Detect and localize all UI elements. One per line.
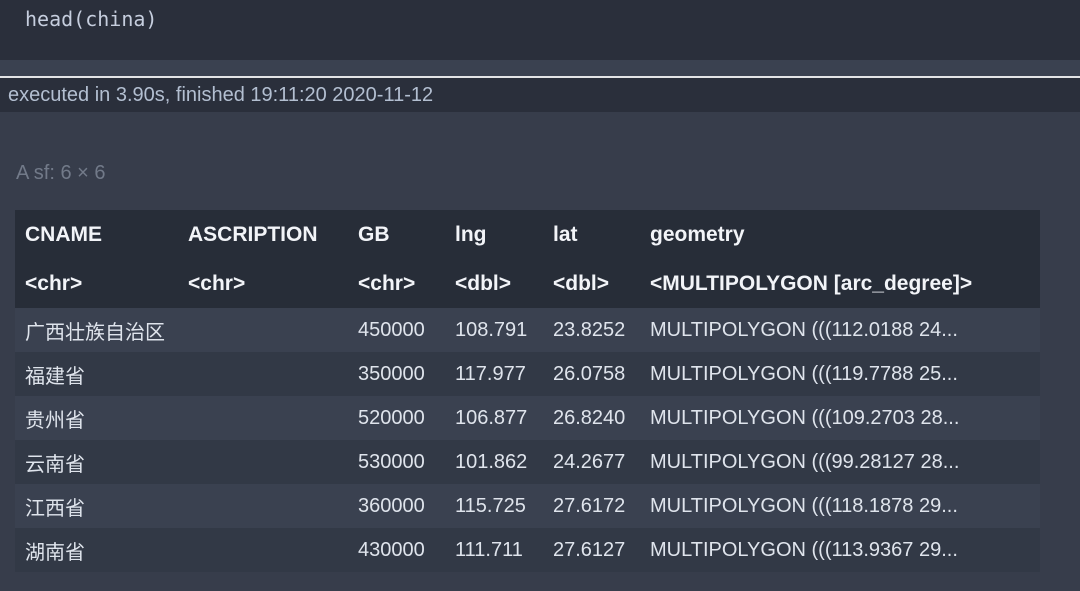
code-source[interactable]: head(china) xyxy=(25,5,157,33)
table-cell: 27.6172 xyxy=(553,494,626,517)
table-cell xyxy=(178,308,348,352)
table-cell: MULTIPOLYGON (((119.7788 25... xyxy=(650,362,958,385)
table-cell: 450000 xyxy=(358,318,425,341)
table-cell: 23.8252 xyxy=(553,318,626,341)
dataframe: CNAME ASCRIPTION GB lng lat geometry <chr> <chr… xyxy=(15,210,1040,572)
execution-status-text: executed in 3.90s, finished 19:11:20 202… xyxy=(8,84,434,106)
column-type: <chr> xyxy=(188,271,246,295)
table-cell xyxy=(178,440,348,484)
table-cell: 云南省 xyxy=(25,453,85,476)
column-header: GB xyxy=(358,222,390,246)
cell-gap-band xyxy=(0,60,1080,76)
table-row: 福建省 350000 117.977 26.0758 MULTIPOLYGON (((1… xyxy=(15,352,1040,396)
table-caption: A sf: 6 × 6 xyxy=(16,162,106,184)
table-cell xyxy=(178,396,348,440)
column-type: <MULTIPOLYGON [arc_degree]> xyxy=(650,271,973,295)
column-header: geometry xyxy=(650,222,745,246)
table-cell: MULTIPOLYGON (((113.9367 29... xyxy=(650,538,958,561)
table-cell: 24.2677 xyxy=(553,450,626,473)
execution-status-bar: executed in 3.90s, finished 19:11:20 202… xyxy=(0,78,1080,112)
table-cell: 26.8240 xyxy=(553,406,626,429)
dataframe-body: 广西壮族自治区 450000 108.791 23.8252 MULTIPOLYGON … xyxy=(15,308,1040,572)
dataframe-head: CNAME ASCRIPTION GB lng lat geometry <chr> <chr… xyxy=(15,210,1040,308)
column-header: lat xyxy=(553,222,578,246)
table-cell: 115.725 xyxy=(455,494,526,517)
table-cell: MULTIPOLYGON (((112.0188 24... xyxy=(650,318,958,341)
table-cell: MULTIPOLYGON (((109.2703 28... xyxy=(650,406,960,429)
table-cell: 福建省 xyxy=(25,365,85,388)
table-row: 广西壮族自治区 450000 108.791 23.8252 MULTIPOLYGON … xyxy=(15,308,1040,352)
column-type: <chr> xyxy=(358,271,416,295)
table-row: 江西省 360000 115.725 27.6172 MULTIPOLYGON (((1… xyxy=(15,484,1040,528)
table-cell: 101.862 xyxy=(455,450,528,473)
table-cell: 湖南省 xyxy=(25,541,85,564)
column-type: <chr> xyxy=(25,271,83,295)
column-type-row: <chr> <chr> <chr> <dbl> <dbl> <MULTIPOLYGON [… xyxy=(15,259,1040,308)
table-cell: 江西省 xyxy=(25,497,85,520)
column-header: lng xyxy=(455,222,487,246)
table-cell: 520000 xyxy=(358,406,425,429)
table-cell: 106.877 xyxy=(455,406,528,429)
code-cell[interactable]: head(china) xyxy=(0,0,1080,60)
table-cell: 广西壮族自治区 xyxy=(25,321,165,344)
table-row: 湖南省 430000 111.711 27.6127 MULTIPOLYGON (((1… xyxy=(15,528,1040,572)
table-cell xyxy=(178,352,348,396)
table-cell xyxy=(178,484,348,528)
table-cell: 350000 xyxy=(358,362,425,385)
table-cell: 贵州省 xyxy=(25,409,85,432)
table-cell: 360000 xyxy=(358,494,425,517)
column-header: ASCRIPTION xyxy=(188,222,318,246)
table-cell: 117.977 xyxy=(455,362,526,385)
output-area: CNAME ASCRIPTION GB lng lat geometry <chr> <chr… xyxy=(15,210,1040,572)
table-cell: 26.0758 xyxy=(553,362,626,385)
table-cell: MULTIPOLYGON (((99.28127 28... xyxy=(650,450,960,473)
table-cell xyxy=(178,528,348,572)
table-row: 贵州省 520000 106.877 26.8240 MULTIPOLYGON (((1… xyxy=(15,396,1040,440)
column-type: <dbl> xyxy=(455,271,512,295)
table-cell: MULTIPOLYGON (((118.1878 29... xyxy=(650,494,958,517)
table-row: 云南省 530000 101.862 24.2677 MULTIPOLYGON (((9… xyxy=(15,440,1040,484)
column-header-row: CNAME ASCRIPTION GB lng lat geometry xyxy=(15,210,1040,259)
column-header: CNAME xyxy=(25,222,102,246)
table-cell: 111.711 xyxy=(455,538,523,561)
table-cell: 108.791 xyxy=(455,318,528,341)
table-cell: 430000 xyxy=(358,538,425,561)
table-cell: 530000 xyxy=(358,450,425,473)
table-cell: 27.6127 xyxy=(553,538,626,561)
column-type: <dbl> xyxy=(553,271,610,295)
